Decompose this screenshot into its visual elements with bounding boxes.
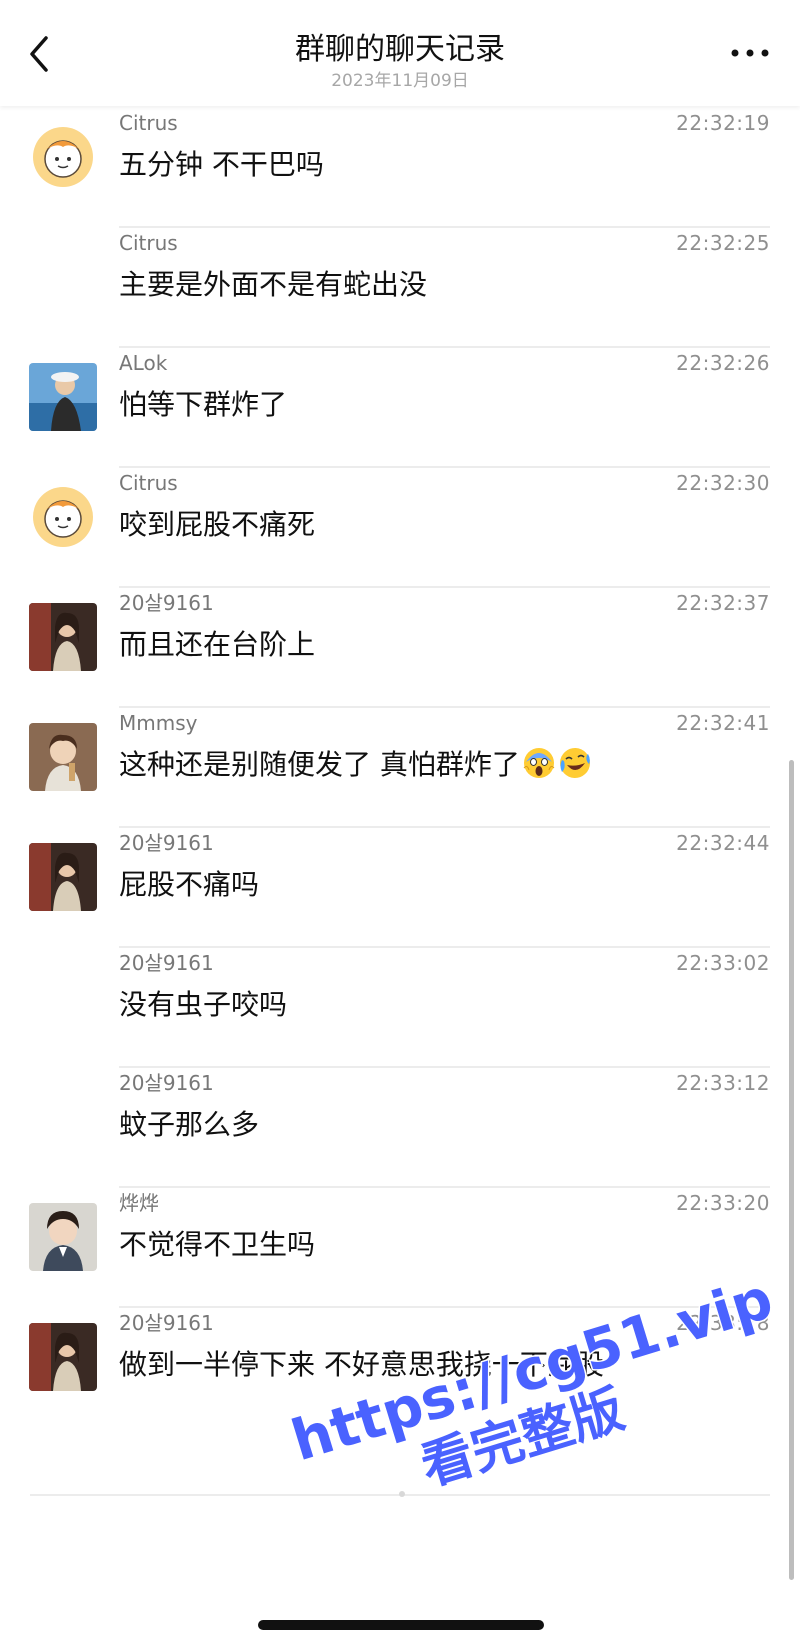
girl-avatar-icon: [29, 603, 97, 671]
message-text: 咬到屁股不痛死: [119, 508, 316, 541]
message-item[interactable]: Citrus 22:32:19 五分钟 不干巴吗: [0, 102, 800, 228]
message-item[interactable]: Citrus 22:32:30 咬到屁股不痛死: [0, 462, 800, 588]
message-item[interactable]: ALok 22:32:26 怕等下群炸了: [0, 342, 800, 468]
message-time: 22:32:44: [676, 831, 770, 855]
sender-name: Citrus: [119, 471, 178, 495]
message-item[interactable]: 20살9161 22:32:37 而且还在台阶上: [0, 582, 800, 708]
page-date: 2023年11月09日: [331, 71, 469, 91]
sender-name: Mmmsy: [119, 711, 198, 735]
message-item[interactable]: 烨烨 22:33:20 不觉得不卫生吗: [0, 1182, 800, 1308]
message-time: 22:33:28: [676, 1311, 770, 1335]
message-text: 主要是外面不是有蛇出没: [119, 268, 428, 301]
sender-name: Citrus: [119, 111, 178, 135]
message-time: 22:32:41: [676, 711, 770, 735]
sender-name: ALok: [119, 351, 168, 375]
sender-name: 烨烨: [119, 1191, 159, 1215]
citrus-avatar-icon: [29, 483, 97, 551]
chevron-left-icon: [30, 36, 48, 72]
alok-avatar-icon: [29, 363, 97, 431]
message-time: 22:32:30: [676, 471, 770, 495]
scream-emoji-icon: [523, 748, 555, 778]
message-text: 而且还在台阶上: [119, 628, 316, 661]
sender-name: 20살9161: [119, 831, 214, 855]
message-text: 蚊子那么多: [119, 1108, 260, 1141]
yeye-avatar-icon: [29, 1203, 97, 1271]
sender-name: 20살9161: [119, 1071, 214, 1095]
chat-history-page: 群聊的聊天记录 2023年11月09日 Citrus 22:32:19 五分钟 …: [0, 0, 800, 1646]
message-text: 屁股不痛吗: [119, 868, 260, 901]
message-text-body: 这种还是别随便发了 真怕群炸了: [119, 748, 520, 781]
girl-avatar[interactable]: [29, 843, 97, 911]
message-time: 22:32:37: [676, 591, 770, 615]
sender-name: 20살9161: [119, 951, 214, 975]
message-time: 22:32:25: [676, 231, 770, 255]
more-button[interactable]: [725, 36, 775, 70]
girl-avatar-icon: [29, 843, 97, 911]
citrus-avatar[interactable]: [29, 123, 97, 191]
girl-avatar[interactable]: [29, 603, 97, 671]
message-item[interactable]: 20살9161 22:33:28 做到一半停下来 不好意思我挠一下屁股: [0, 1302, 800, 1428]
home-indicator[interactable]: [258, 1620, 544, 1630]
message-text: 五分钟 不干巴吗: [119, 148, 324, 181]
message-item[interactable]: 20살9161 22:33:12 蚊子那么多: [0, 1062, 800, 1188]
message-text: 这种还是别随便发了 真怕群炸了: [119, 746, 592, 784]
message-text: 怕等下群炸了: [119, 388, 288, 421]
message-item[interactable]: Citrus 22:32:25 主要是外面不是有蛇出没: [0, 222, 800, 348]
message-time: 22:33:20: [676, 1191, 770, 1215]
alok-avatar[interactable]: [29, 363, 97, 431]
header-bar: 群聊的聊天记录 2023年11月09日: [0, 0, 800, 106]
more-dots-icon: [731, 49, 769, 57]
scrollbar[interactable]: [789, 760, 794, 1580]
message-item[interactable]: Mmmsy 22:32:41 这种还是别随便发了 真怕群炸了: [0, 702, 800, 828]
message-text: 做到一半停下来 不好意思我挠一下屁股: [119, 1348, 604, 1381]
back-button[interactable]: [22, 28, 62, 80]
laughing-tears-emoji-icon: [559, 748, 590, 778]
message-time: 22:32:26: [676, 351, 770, 375]
sender-name: 20살9161: [119, 1311, 214, 1335]
sender-name: Citrus: [119, 231, 178, 255]
girl-avatar[interactable]: [29, 1323, 97, 1391]
message-time: 22:33:02: [676, 951, 770, 975]
yeye-avatar[interactable]: [29, 1203, 97, 1271]
message-time: 22:32:19: [676, 111, 770, 135]
message-time: 22:33:12: [676, 1071, 770, 1095]
citrus-avatar-icon: [29, 123, 97, 191]
sender-name: 20살9161: [119, 591, 214, 615]
message-item[interactable]: 20살9161 22:32:44 屁股不痛吗: [0, 822, 800, 948]
page-title: 群聊的聊天记录: [295, 32, 505, 67]
girl-avatar-icon: [29, 1323, 97, 1391]
list-end-dot: [399, 1491, 405, 1497]
mmmsy-avatar-icon: [29, 723, 97, 791]
citrus-avatar[interactable]: [29, 483, 97, 551]
message-item[interactable]: 20살9161 22:33:02 没有虫子咬吗: [0, 942, 800, 1068]
mmmsy-avatar[interactable]: [29, 723, 97, 791]
message-text: 不觉得不卫生吗: [119, 1228, 316, 1261]
message-text: 没有虫子咬吗: [119, 988, 288, 1021]
